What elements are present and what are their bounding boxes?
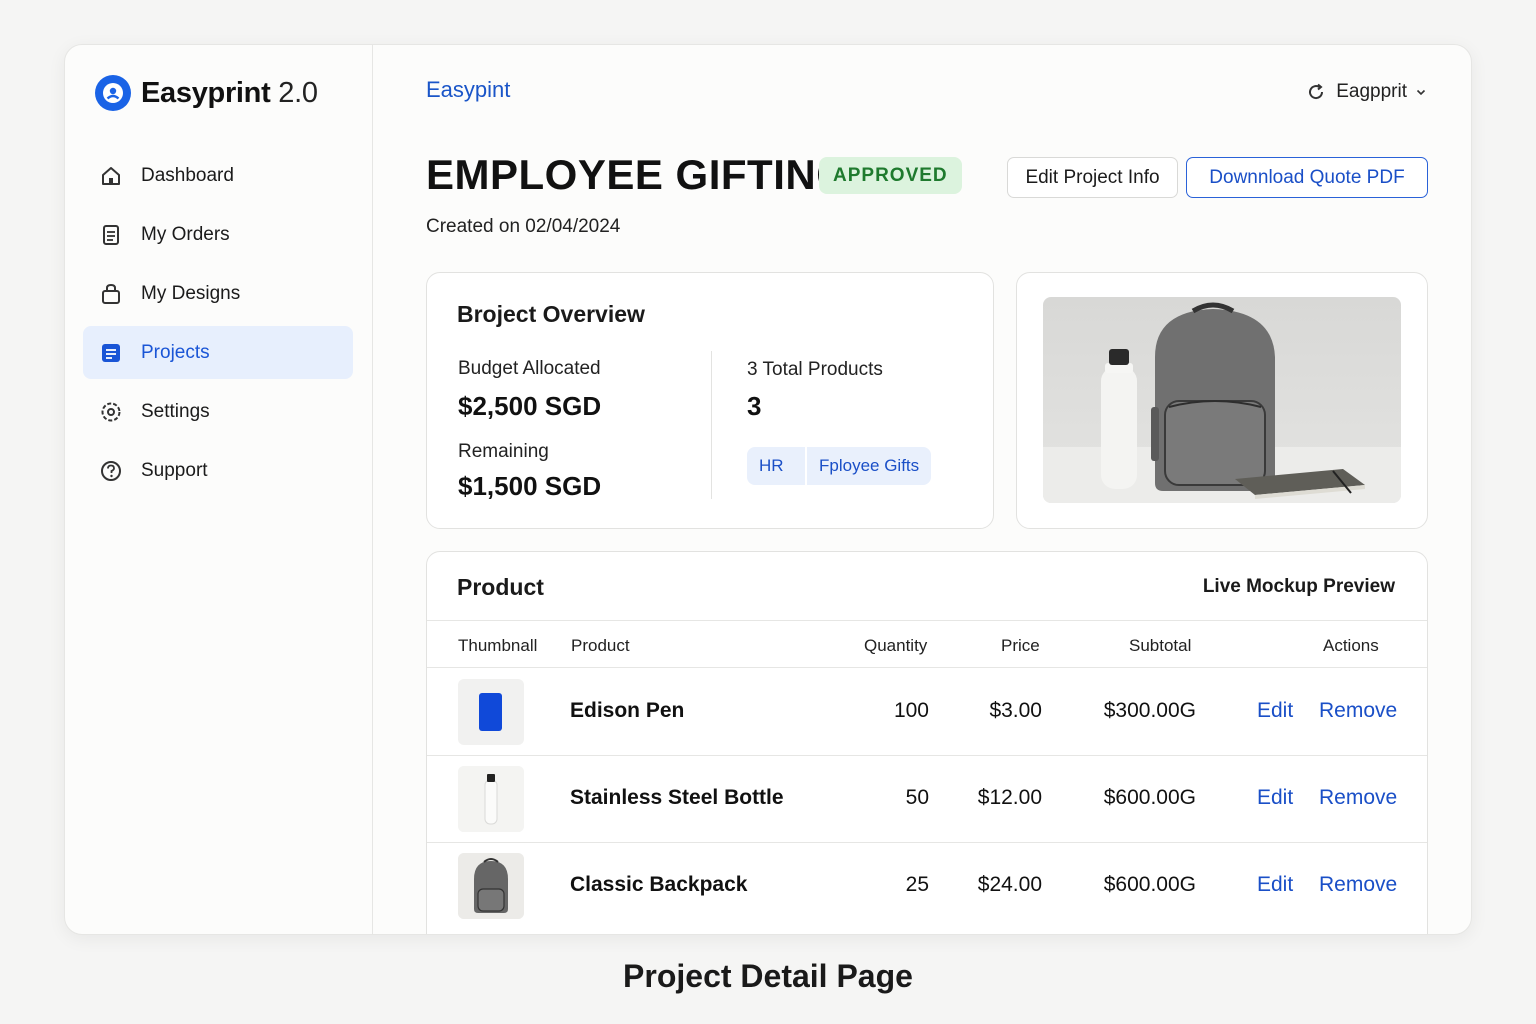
document-icon	[99, 223, 123, 247]
user-menu-label: Eagpprit	[1336, 81, 1407, 102]
sidebar: Easyprint 2.0 Dashboard My Orders My Des…	[65, 45, 373, 934]
bag-icon	[99, 282, 123, 306]
column-header-product: Product	[571, 636, 630, 655]
sidebar-item-label: Support	[141, 459, 208, 481]
overview-title: Broject Overview	[457, 301, 645, 327]
total-products-label: 3 Total Products	[747, 359, 883, 380]
table-divider	[427, 620, 1427, 621]
chevron-down-icon	[1415, 86, 1427, 98]
remove-button[interactable]: Remove	[1319, 873, 1397, 897]
sidebar-item-my-orders[interactable]: My Orders	[83, 208, 353, 261]
tag-list: HR Fployee Gifts	[747, 447, 932, 485]
sidebar-item-dashboard[interactable]: Dashboard	[83, 149, 353, 202]
refresh-icon	[1306, 82, 1326, 102]
product-name: Edison Pen	[570, 699, 685, 722]
total-products-value: 3	[747, 391, 762, 421]
product-price: $24.00	[977, 873, 1042, 896]
brand-version: 2.0	[278, 76, 318, 109]
column-header-subtotal: Subtotal	[1129, 636, 1192, 655]
brand-logo-icon	[95, 75, 131, 111]
product-name: Classic Backpack	[570, 873, 748, 896]
pen-thumbnail	[458, 679, 524, 745]
edit-button[interactable]: Edit	[1257, 873, 1293, 897]
product-photo	[1043, 297, 1401, 503]
products-title: Product	[457, 574, 544, 600]
sidebar-item-label: My Orders	[141, 223, 230, 245]
home-icon	[99, 164, 123, 188]
download-quote-button[interactable]: Downnload Quote PDF	[1186, 157, 1428, 198]
status-badge: APPROVED	[819, 157, 962, 194]
product-image-card	[1016, 272, 1428, 529]
column-header-price: Price	[1001, 636, 1040, 655]
product-name: Stainless Steel Bottle	[570, 786, 784, 809]
header-brand[interactable]: Easypint	[426, 77, 510, 103]
product-price: $3.00	[989, 699, 1042, 722]
help-circle-icon	[99, 459, 123, 483]
product-subtotal: $600.00G	[1103, 873, 1196, 896]
page-caption: Project Detail Page	[623, 958, 913, 994]
product-subtotal: $300.00G	[1103, 699, 1196, 722]
remove-button[interactable]: Remove	[1319, 699, 1397, 723]
gear-icon	[99, 400, 123, 424]
sidebar-item-support[interactable]: Support	[83, 444, 353, 497]
projects-icon	[99, 341, 123, 365]
tag-employee-gifts[interactable]: Fployee Gifts	[807, 447, 932, 485]
sidebar-item-my-designs[interactable]: My Designs	[83, 267, 353, 320]
live-mockup-preview-link[interactable]: Live Mockup Preview	[1203, 576, 1395, 598]
brand-title: Easyprint	[141, 76, 271, 109]
column-header-thumbnail: Thumbnall	[458, 636, 538, 655]
column-header-actions: Actions	[1323, 636, 1379, 655]
backpack-thumbnail	[458, 853, 524, 919]
product-quantity: 25	[905, 873, 929, 896]
remaining-value: $1,500 SGD	[458, 471, 602, 501]
created-date: Created on 02/04/2024	[426, 216, 621, 237]
remaining-label: Remaining	[458, 441, 549, 462]
sidebar-item-label: Projects	[141, 341, 210, 363]
app-window: Easyprint 2.0 Dashboard My Orders My Des…	[64, 44, 1472, 935]
tag-hr[interactable]: HR	[747, 447, 807, 485]
table-row: Stainless Steel Bottle 50 $12.00 $600.00…	[427, 755, 1427, 842]
sidebar-item-projects[interactable]: Projects	[83, 326, 353, 379]
sidebar-item-label: Settings	[141, 400, 210, 422]
brand-name: Easyprint 2.0	[141, 77, 318, 110]
product-quantity: 50	[905, 786, 929, 809]
product-subtotal: $600.00G	[1103, 786, 1196, 809]
edit-button[interactable]: Edit	[1257, 786, 1293, 810]
products-table: Product Live Mockup Preview Thumbnall Pr…	[426, 551, 1428, 934]
page-title: EMPLOYEE GIFTING	[426, 151, 850, 198]
project-overview-card: Broject Overview Budget Allocated $2,500…	[426, 272, 994, 529]
sidebar-item-label: My Designs	[141, 282, 241, 304]
bottle-thumbnail	[458, 766, 524, 832]
sidebar-item-label: Dashboard	[141, 164, 234, 186]
budget-value: $2,500 SGD	[458, 391, 602, 421]
edit-project-button[interactable]: Edit Project Info	[1007, 157, 1178, 198]
table-row: Classic Backpack 25 $24.00 $600.00G Edit…	[427, 842, 1427, 929]
edit-button[interactable]: Edit	[1257, 699, 1293, 723]
sidebar-item-settings[interactable]: Settings	[83, 385, 353, 438]
budget-label: Budget Allocated	[458, 358, 601, 379]
main-content: Easypint Eagpprit EMPLOYEE GIFTING APPRO…	[374, 45, 1471, 934]
column-header-quantity: Quantity	[864, 636, 928, 655]
table-row: Edison Pen 100 $3.00 $300.00G Edit Remov…	[427, 668, 1427, 755]
remove-button[interactable]: Remove	[1319, 786, 1397, 810]
overview-divider	[711, 351, 712, 499]
product-price: $12.00	[977, 786, 1042, 809]
brand[interactable]: Easyprint 2.0	[95, 75, 318, 111]
product-quantity: 100	[893, 699, 929, 722]
user-menu[interactable]: Eagpprit	[1306, 81, 1427, 103]
sidebar-nav: Dashboard My Orders My Designs Projects	[83, 149, 353, 503]
